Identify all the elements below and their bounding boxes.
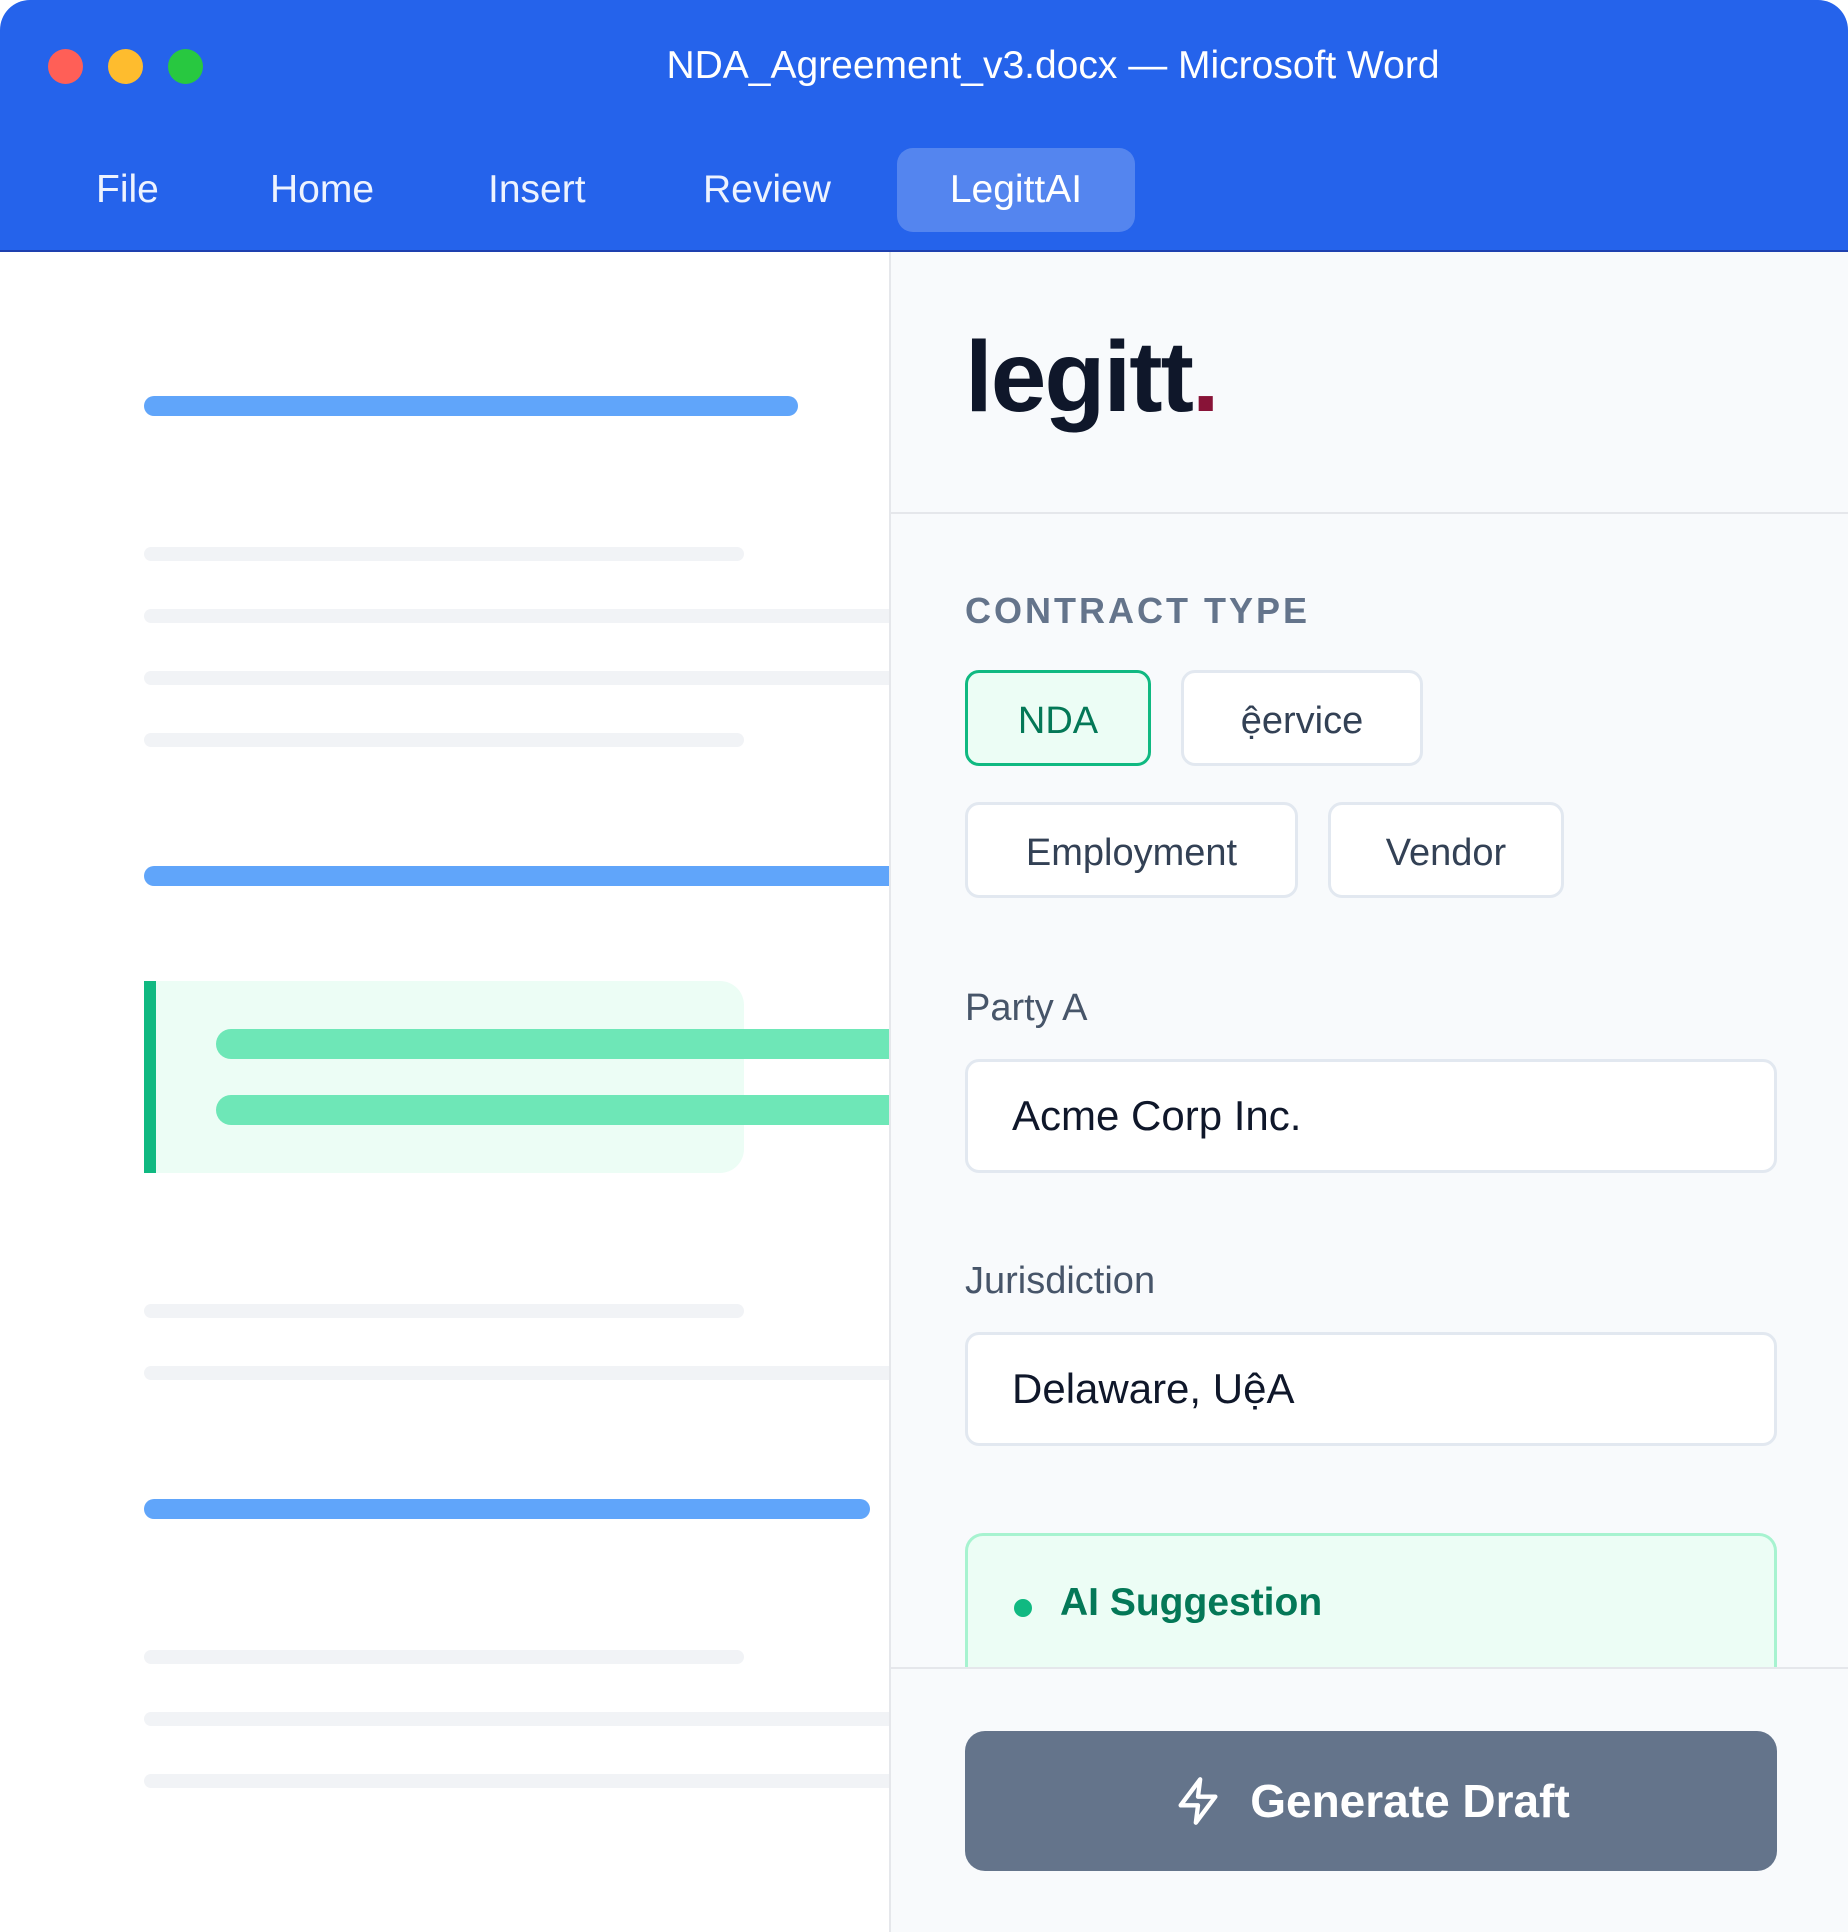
party-a-input[interactable]: Acme Corp Inc. — [965, 1059, 1777, 1173]
tab-insert[interactable]: Insert — [488, 148, 586, 232]
doc-text-line — [144, 547, 744, 561]
window-title: NDA_Agreement_v3.docx — Microsoft Word — [666, 44, 1440, 87]
jurisdiction-label: Jurisdiction — [965, 1260, 1156, 1302]
doc-text-line — [144, 1650, 744, 1664]
generate-draft-label: Generate Draft — [1250, 1775, 1570, 1827]
doc-heading-line — [144, 396, 798, 416]
doc-text-line — [144, 609, 889, 623]
bolt-icon — [1178, 1777, 1218, 1825]
contract-type-employment-chip[interactable]: Employment — [965, 802, 1298, 898]
ai-highlighted-clause[interactable] — [144, 981, 744, 1173]
tab-legittai[interactable]: LegittAI — [897, 148, 1135, 232]
doc-heading-line — [144, 866, 889, 886]
legitt-logo: legitt. — [965, 321, 1220, 433]
doc-text-line — [144, 1304, 744, 1318]
contract-type-nda-chip[interactable]: NDA — [965, 670, 1151, 766]
divider — [891, 512, 1848, 514]
document-canvas[interactable] — [0, 252, 889, 1932]
doc-text-line — [144, 1366, 889, 1380]
doc-heading-line — [144, 1499, 870, 1519]
ai-suggestion-title: AI Suggestion — [1060, 1581, 1323, 1624]
word-window: NDA_Agreement_v3.docx — Microsoft Word F… — [0, 0, 1848, 1932]
doc-text-line — [144, 671, 889, 685]
doc-text-line — [144, 733, 744, 747]
generate-draft-button[interactable]: Generate Draft — [965, 1731, 1777, 1871]
tab-home[interactable]: Home — [270, 148, 374, 232]
sidebar-footer: Generate Draft — [891, 1667, 1848, 1932]
doc-text-line — [144, 1712, 889, 1726]
highlighted-text-line — [216, 1029, 889, 1059]
highlight-accent-bar — [144, 981, 156, 1173]
title-bar: NDA_Agreement_v3.docx — Microsoft Word F… — [0, 0, 1848, 252]
status-dot-icon — [1014, 1599, 1032, 1617]
tab-file[interactable]: File — [96, 148, 159, 232]
highlighted-text-line — [216, 1095, 889, 1125]
legitt-sidebar: legitt. CONTRACT TYPE NDA ệervice Employ… — [889, 252, 1848, 1932]
contract-type-label: CONTRACT TYPE — [965, 590, 1310, 631]
contract-type-service-chip[interactable]: ệervice — [1181, 670, 1423, 766]
party-a-label: Party A — [965, 987, 1088, 1029]
contract-type-vendor-chip[interactable]: Vendor — [1328, 802, 1564, 898]
doc-text-line — [144, 1774, 889, 1788]
tab-review[interactable]: Review — [703, 148, 831, 232]
jurisdiction-input[interactable]: Delaware, UệA — [965, 1332, 1777, 1446]
